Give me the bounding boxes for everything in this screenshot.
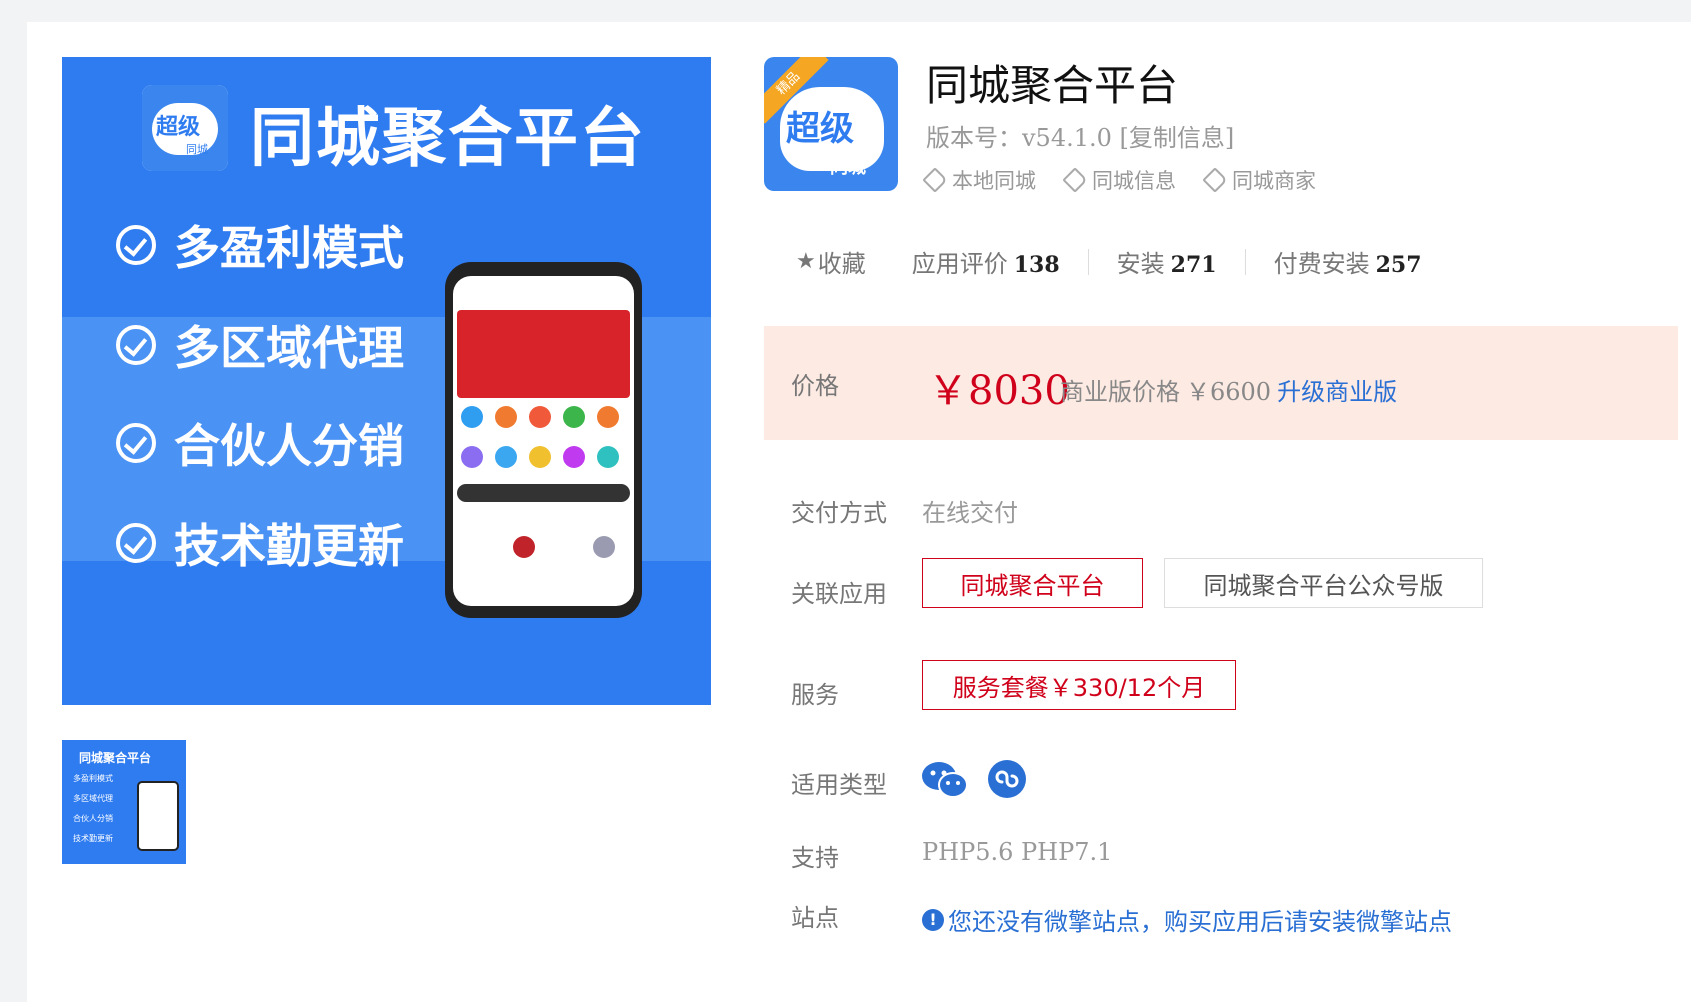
tag-item[interactable]: 同城商家 [1202, 165, 1316, 195]
stats-bar: ★ 收藏 应用评价 138 安装 271 付费安装 257 [796, 244, 1422, 279]
mini-program-icon [988, 760, 1026, 798]
price-panel: 价格 ￥8030 商业版价格 ￥6600 升级商业版 [764, 326, 1678, 440]
app-icon: 精品 超级 同城 [764, 57, 898, 191]
version-line: 版本号：v54.1.0 [复制信息] [926, 118, 1234, 153]
delivery-label: 交付方式 [791, 499, 887, 527]
support-label: 支持 [791, 844, 839, 872]
banner-logo: 超级 同城 [142, 85, 228, 171]
thumbnail-feature: 合伙人分销 [73, 814, 113, 823]
banner-title: 同城聚合平台 [250, 102, 646, 176]
paid-install-stat: 付费安装 257 [1273, 250, 1422, 278]
service-package-option[interactable]: 服务套餐￥330/12个月 [922, 660, 1236, 710]
service-label: 服务 [791, 681, 839, 709]
tag-item[interactable]: 同城信息 [1062, 165, 1176, 195]
tag-list: 本地同城 同城信息 同城商家 [922, 165, 1316, 195]
tag-icon [1202, 167, 1228, 193]
banner-feature: 多区域代理 [116, 312, 404, 378]
banner-feature: 合伙人分销 [116, 410, 404, 476]
check-circle-icon [116, 523, 156, 563]
related-app-option[interactable]: 同城聚合平台公众号版 [1164, 558, 1483, 608]
delivery-value: 在线交付 [922, 499, 1018, 527]
banner-logo-subtext: 同城 [186, 143, 208, 156]
support-value: PHP5.6 PHP7.1 [922, 838, 1113, 866]
version-number: v54.1.0 [1022, 124, 1112, 152]
thumbnail-feature: 多区域代理 [73, 794, 113, 803]
copy-info-link[interactable]: [复制信息] [1120, 124, 1235, 152]
phone-mockup [445, 262, 642, 618]
wechat-icon [921, 760, 969, 798]
upgrade-business-link[interactable]: 升级商业版 [1277, 378, 1397, 406]
tag-icon [922, 167, 948, 193]
star-icon: ★ [796, 249, 816, 274]
thumbnail-phone [137, 781, 179, 851]
site-label: 站点 [791, 904, 839, 932]
type-label: 适用类型 [791, 771, 887, 799]
check-circle-icon [116, 225, 156, 265]
thumbnail-title: 同城聚合平台 [79, 751, 152, 765]
install-stat: 安装 271 [1116, 250, 1217, 278]
check-circle-icon [116, 325, 156, 365]
thumbnail-image[interactable]: 同城聚合平台 多盈利模式 多区域代理 合伙人分销 技术勤更新 [62, 740, 186, 864]
app-icon-text: 超级 [786, 109, 854, 149]
business-price: 商业版价格 ￥6600 升级商业版 [1060, 378, 1398, 406]
version-label: 版本号： [926, 124, 1022, 152]
favorite-button[interactable]: ★ 收藏 [796, 244, 866, 279]
check-circle-icon [116, 423, 156, 463]
app-icon-subtext: 同城 [830, 157, 866, 178]
banner-logo-text: 超级 [156, 115, 201, 140]
related-label: 关联应用 [791, 580, 887, 608]
thumbnail-feature: 多盈利模式 [73, 774, 113, 783]
rating-stat[interactable]: 应用评价 138 [912, 244, 1060, 279]
site-notice-link[interactable]: ! 您还没有微擎站点，购买应用后请安装微擎站点 [922, 902, 1452, 937]
related-app-option-selected[interactable]: 同城聚合平台 [922, 558, 1143, 608]
price-value: ￥8030 [928, 368, 1070, 414]
banner-feature: 技术勤更新 [116, 510, 404, 576]
product-banner-image: 超级 同城 同城聚合平台 多盈利模式 多区域代理 合伙人分销 技术勤更新 [62, 57, 711, 705]
thumbnail-feature: 技术勤更新 [73, 834, 113, 843]
info-icon: ! [922, 908, 944, 931]
app-title: 同城聚合平台 [926, 61, 1179, 110]
divider [1244, 248, 1246, 275]
divider [1087, 248, 1089, 275]
banner-feature: 多盈利模式 [116, 212, 404, 278]
price-label: 价格 [791, 372, 839, 400]
tag-item[interactable]: 本地同城 [922, 165, 1036, 195]
tag-icon [1062, 167, 1088, 193]
